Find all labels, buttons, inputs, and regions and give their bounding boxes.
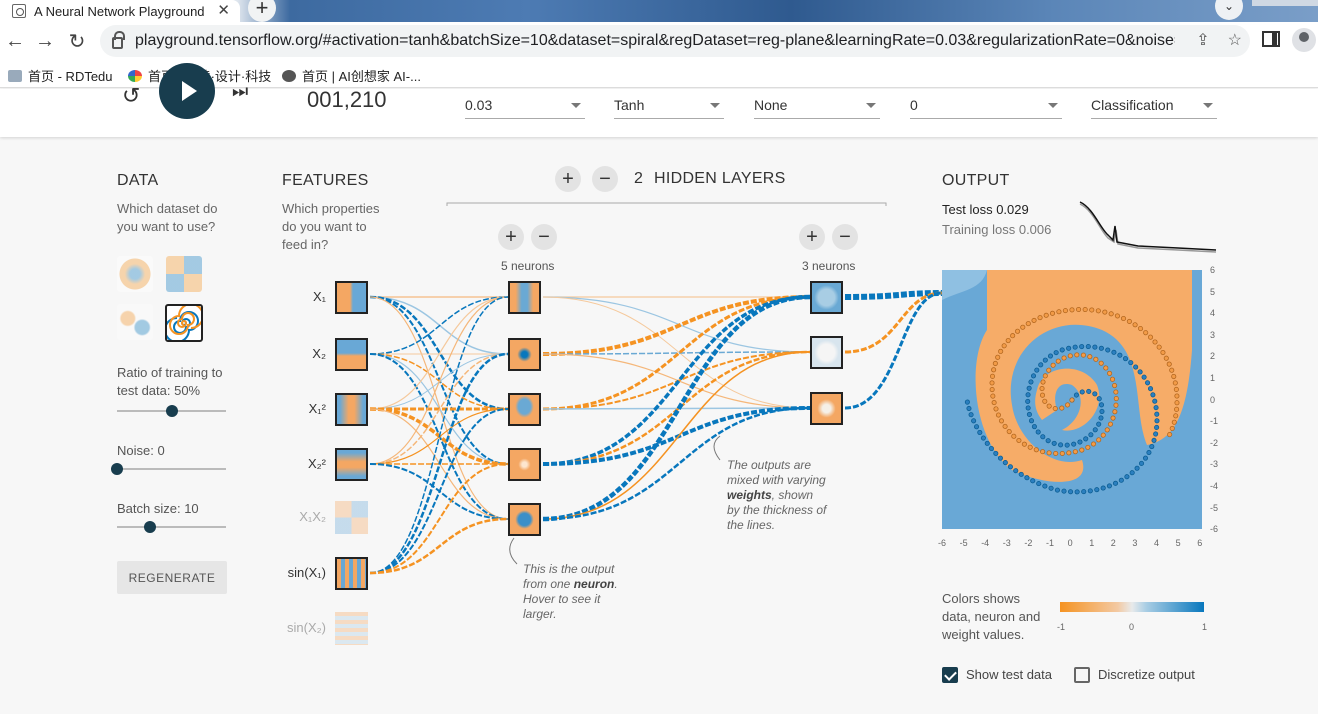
loss-chart — [1079, 201, 1217, 253]
x-axis-tick: 5 — [1175, 538, 1181, 548]
x-axis-tick: -5 — [959, 538, 968, 548]
show-test-data-label: Show test data — [966, 667, 1052, 682]
neuron-note: This is the output from one neuron. Hove… — [523, 562, 618, 621]
add-neuron-layer1-button[interactable]: + — [498, 224, 524, 250]
add-neuron-layer2-button[interactable]: + — [799, 224, 825, 250]
neuron-1-3[interactable] — [508, 393, 541, 426]
feature-label: X₁X₂ — [299, 509, 326, 524]
feature-toggle[interactable] — [335, 501, 368, 534]
x-axis-tick: 4 — [1154, 538, 1160, 548]
y-axis-tick: 3 — [1210, 329, 1216, 340]
x-axis-tick: 1 — [1089, 538, 1095, 548]
feature-toggle[interactable] — [335, 612, 368, 645]
neuron-1-5[interactable] — [508, 503, 541, 536]
hidden-layers-count: 2 — [634, 170, 644, 187]
legend-tick: 1 — [1202, 622, 1208, 632]
y-axis-tick: 1 — [1210, 373, 1216, 383]
colors-desc: Colors shows data, neuron and weight val… — [942, 591, 1041, 642]
feature-toggle[interactable] — [335, 393, 368, 426]
x-axis-tick: 2 — [1110, 538, 1116, 548]
output-title: OUTPUT — [942, 172, 1010, 189]
neuron-2-2[interactable] — [810, 336, 843, 369]
feature-toggle[interactable] — [335, 557, 368, 590]
x-axis-tick: -6 — [938, 538, 947, 548]
discretize-checkbox[interactable] — [1074, 667, 1090, 683]
y-axis-tick: 4 — [1210, 308, 1216, 319]
neuron-1-4[interactable] — [508, 448, 541, 481]
add-layer-button[interactable]: + — [555, 166, 581, 192]
feature-label: X₂² — [307, 456, 326, 471]
y-axis-tick: -5 — [1210, 502, 1219, 513]
y-axis-tick: -1 — [1210, 416, 1219, 427]
feature-label: X₁² — [308, 401, 326, 416]
neuron-1-1[interactable] — [508, 281, 541, 314]
remove-neuron-layer2-button[interactable]: − — [832, 224, 858, 250]
y-axis-tick: 6 — [1210, 265, 1216, 275]
x-axis-tick: 0 — [1067, 538, 1073, 548]
weights-note: The outputs are mixed with varying weigh… — [727, 458, 827, 532]
y-axis-tick: 2 — [1210, 351, 1216, 362]
y-axis-tick: -2 — [1210, 437, 1219, 448]
legend-tick: -1 — [1057, 622, 1066, 632]
x-axis-tick: 6 — [1197, 538, 1203, 548]
color-legend-bar — [1060, 602, 1204, 612]
x-axis-tick: -3 — [1002, 538, 1011, 548]
legend-tick: 0 — [1129, 622, 1135, 632]
neuron-2-3[interactable] — [810, 392, 843, 425]
training-loss: Training loss 0.006 — [942, 222, 1052, 237]
y-axis-tick: -4 — [1210, 481, 1219, 491]
neuron-1-2[interactable] — [508, 338, 541, 371]
feature-label: sin(X₁) — [287, 565, 326, 580]
feature-toggle[interactable] — [335, 281, 368, 314]
layer2-neuron-count: 3 neurons — [802, 259, 856, 273]
discretize-label: Discretize output — [1098, 667, 1195, 682]
remove-neuron-layer1-button[interactable]: − — [531, 224, 557, 250]
x-axis-tick: -2 — [1024, 538, 1033, 548]
feature-toggle[interactable] — [335, 338, 368, 371]
feature-toggle[interactable] — [335, 448, 368, 481]
y-axis-tick: 0 — [1210, 394, 1216, 405]
feature-label: X₁ — [312, 289, 326, 304]
x-axis-tick: 3 — [1132, 538, 1138, 548]
feature-label: X₂ — [312, 346, 326, 361]
layer1-neuron-count: 5 neurons — [501, 259, 555, 273]
y-axis-tick: -3 — [1210, 459, 1219, 470]
hidden-layers-label: HIDDEN LAYERS — [654, 170, 786, 187]
feature-label: sin(X₂) — [287, 620, 326, 635]
test-loss: Test loss 0.029 — [942, 202, 1029, 217]
neuron-2-1[interactable] — [810, 281, 843, 314]
output-heatmap — [942, 270, 1202, 529]
y-axis-tick: 5 — [1210, 286, 1216, 297]
y-axis-tick: -6 — [1210, 524, 1219, 535]
x-axis-tick: -4 — [981, 538, 990, 548]
remove-layer-button[interactable]: − — [592, 166, 618, 192]
show-test-data-checkbox[interactable] — [942, 667, 958, 683]
x-axis-tick: -1 — [1046, 538, 1055, 548]
